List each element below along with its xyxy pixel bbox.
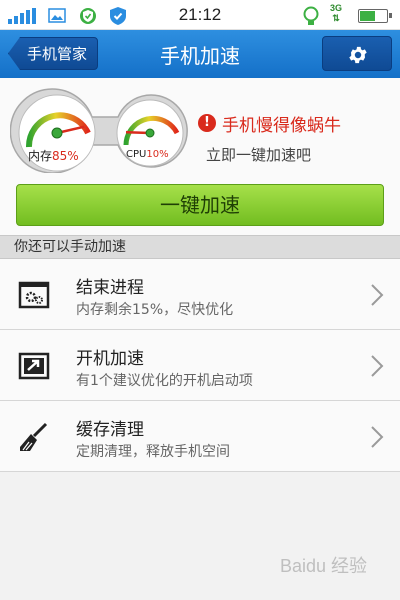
lightbulb-icon bbox=[303, 6, 319, 25]
gauges: 内存85% CPU10% bbox=[9, 87, 200, 174]
cpu-gauge-label: CPU10% bbox=[126, 149, 169, 160]
alert-icon: ! bbox=[198, 114, 216, 132]
list-item-startup-boost[interactable]: 开机加速 有1个建议优化的开机启动项 bbox=[0, 330, 400, 401]
alert-subtitle: 立即一键加速吧 bbox=[206, 146, 312, 164]
one-click-boost-button[interactable]: 一键加速 bbox=[16, 184, 384, 226]
item-title: 开机加速 bbox=[76, 349, 144, 369]
status-bar: 21:12 3G ⇅ bbox=[0, 0, 400, 30]
item-description: 定期清理，释放手机空间 bbox=[76, 444, 230, 460]
memory-value: 85% bbox=[52, 149, 79, 163]
manual-boost-list: 结束进程 内存剩余15%，尽快优化 开机加速 有1个建议优化的开机启动项 缓存清… bbox=[0, 259, 400, 472]
memory-gauge-label: 内存85% bbox=[28, 147, 79, 164]
network-type-label: 3G bbox=[330, 3, 343, 13]
network-3g-indicator: 3G ⇅ bbox=[330, 3, 342, 23]
list-item-cache-clean[interactable]: 缓存清理 定期清理，释放手机空间 bbox=[0, 401, 400, 472]
data-arrows-icon: ⇅ bbox=[332, 13, 340, 23]
cpu-value: 10% bbox=[146, 149, 169, 160]
chevron-right-icon bbox=[371, 284, 384, 306]
chevron-right-icon bbox=[371, 355, 384, 377]
chevron-right-icon bbox=[371, 426, 384, 448]
item-description: 内存剩余15%，尽快优化 bbox=[76, 302, 234, 318]
alert-title: 手机慢得像蜗牛 bbox=[222, 116, 341, 136]
status-panel: 内存85% CPU10% ! 手机慢得像蜗牛 立即一键加速吧 一键加速 bbox=[0, 78, 400, 235]
memory-label: 内存 bbox=[28, 149, 53, 163]
gear-icon bbox=[349, 46, 367, 64]
startup-boot-icon bbox=[18, 352, 50, 380]
watermark: Baidu 经验 bbox=[280, 556, 368, 576]
cpu-label: CPU bbox=[126, 149, 147, 160]
battery-icon bbox=[358, 9, 392, 23]
item-title: 缓存清理 bbox=[76, 420, 144, 440]
item-description: 有1个建议优化的开机启动项 bbox=[76, 373, 253, 389]
item-title: 结束进程 bbox=[76, 278, 144, 298]
list-item-end-process[interactable]: 结束进程 内存剩余15%，尽快优化 bbox=[0, 259, 400, 330]
broom-icon bbox=[20, 422, 48, 451]
section-header: 你还可以手动加速 bbox=[0, 235, 400, 259]
title-bar: 手机管家 手机加速 bbox=[0, 30, 400, 78]
settings-button[interactable] bbox=[322, 36, 392, 71]
process-window-icon bbox=[18, 281, 50, 309]
